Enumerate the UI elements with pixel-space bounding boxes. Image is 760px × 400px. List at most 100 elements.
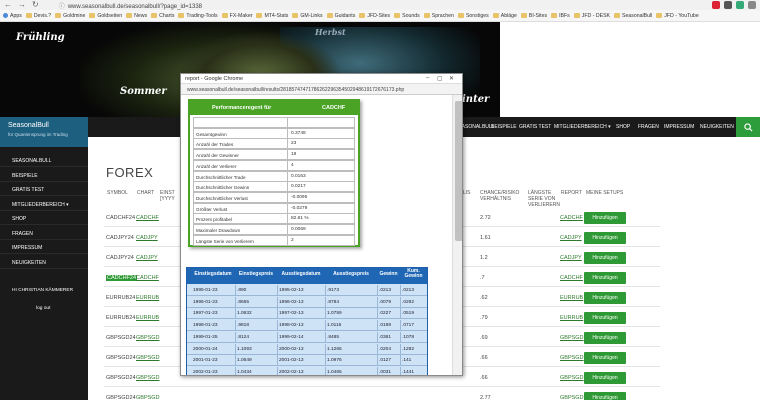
report-link[interactable]: CADCHF [560, 215, 583, 221]
popup-title-bar[interactable]: report - Google Chrome – ▢ ✕ [181, 74, 462, 84]
cell-divider [325, 296, 326, 308]
chart-link[interactable]: CADJPY [136, 235, 158, 241]
url-field[interactable]: ⓘ www.seasonalbull.de/seasonalbull/?page_… [59, 1, 202, 10]
bookmark-item[interactable]: SeasonalBull [614, 13, 656, 19]
apps-icon [3, 13, 8, 18]
cell-divider [325, 285, 326, 296]
report-link[interactable]: GBPSGD [560, 355, 584, 361]
sidebar-item[interactable]: BEISPIELE [0, 169, 88, 182]
close-icon[interactable]: ✕ [449, 75, 454, 82]
sidebar-item[interactable]: FRAGEN [0, 227, 88, 240]
menu-icon[interactable] [748, 1, 756, 9]
search-button[interactable] [736, 117, 760, 137]
report-link[interactable]: GBPSGD [560, 375, 584, 381]
nav-item[interactable]: SHOP [616, 124, 630, 130]
add-setup-button[interactable]: Hinzufügen [584, 332, 626, 344]
add-setup-button[interactable]: Hinzufügen [584, 272, 626, 284]
nav-item[interactable]: GRATIS TEST [519, 124, 551, 130]
add-setup-button[interactable]: Hinzufügen [584, 232, 626, 244]
bookmark-item[interactable]: Sonstiges [457, 13, 493, 19]
bookmark-item[interactable]: Apps [3, 13, 26, 19]
reload-icon[interactable]: ↻ [32, 0, 39, 10]
nav-item[interactable]: IMPRESSUM [664, 124, 694, 130]
add-setup-button[interactable]: Hinzufügen [584, 252, 626, 264]
bookmark-item[interactable]: News [126, 13, 151, 19]
add-setup-button[interactable]: Hinzufügen [584, 352, 626, 364]
report-link[interactable]: EURRUB [560, 295, 583, 301]
minimize-icon[interactable]: – [426, 75, 429, 81]
bookmark-item[interactable]: Abläge [492, 13, 521, 19]
chart-link[interactable]: CADCHF [136, 275, 159, 281]
report-link[interactable]: CADCHF [560, 275, 583, 281]
trade-row: 2001-01-23 1.0649 2001-02-13 1.0976 .0127 .14… [187, 355, 427, 367]
report-link[interactable]: EURRUB [560, 315, 583, 321]
chart-link[interactable]: CADCHF [136, 215, 159, 221]
chart-link[interactable]: EURRUB [136, 315, 159, 321]
nav-item[interactable]: BEISPIELE [491, 124, 517, 130]
nav-item[interactable]: FRAGEN [638, 124, 659, 130]
extension-icon[interactable] [736, 1, 744, 9]
metric-label: Längste Serie von Verlierern [196, 238, 254, 244]
trade-cell: 2002-02-13 [279, 369, 304, 375]
bookmark-item[interactable]: FX-Maker [221, 13, 257, 19]
sidebar-brand[interactable]: SeasonalBull für Quantensprung im Tradin… [0, 117, 88, 147]
report-link[interactable]: CADJPY [560, 255, 582, 261]
bookmark-item[interactable]: MT4-Stats [256, 13, 292, 19]
chart-link[interactable]: GBPSGD [136, 375, 160, 381]
extension-icon[interactable] [712, 1, 720, 9]
bookmark-item[interactable]: JFD - YouTube [656, 13, 702, 19]
chart-link[interactable]: EURRUB [136, 295, 159, 301]
add-setup-button[interactable]: Hinzufügen [584, 372, 626, 384]
bookmark-item[interactable]: GM-Links [292, 13, 326, 19]
banner-autumn: Herbst [315, 27, 346, 37]
trade-cell: 1.0649 [237, 358, 252, 364]
sidebar-item[interactable]: NEUIGKEITEN [0, 256, 88, 269]
sidebar-item[interactable]: SHOP [0, 212, 88, 225]
sidebar-item[interactable]: IMPRESSUM [0, 241, 88, 254]
chart-link[interactable]: GBPSGD [136, 395, 160, 400]
sidebar-item[interactable]: MITGLIEDERBEREICH ▾ [0, 198, 88, 211]
bookmark-item[interactable]: Sounds [394, 13, 424, 19]
cell-divider [400, 285, 401, 296]
bookmark-item[interactable]: Charts [151, 13, 178, 19]
metric-value: 4 [287, 160, 355, 170]
nav-item[interactable]: NEUIGKEITEN [700, 124, 734, 130]
extension-icon[interactable] [724, 1, 732, 9]
bookmark-item[interactable]: BI-Sites [520, 13, 551, 19]
report-link[interactable]: GBPSGD [560, 335, 584, 341]
chart-link[interactable]: GBPSGD [136, 355, 160, 361]
bookmark-item[interactable]: JFD-Sites [359, 13, 394, 19]
add-setup-button[interactable]: Hinzufügen [584, 212, 626, 224]
report-popup-window[interactable]: report - Google Chrome – ▢ ✕ www.seasona… [180, 73, 463, 376]
add-setup-button[interactable]: Hinzufügen [584, 392, 626, 400]
chart-link[interactable]: CADJPY [136, 255, 158, 261]
bookmark-item[interactable]: Sprachen [423, 13, 458, 19]
bookmark-item[interactable]: Goldmine [55, 13, 89, 19]
bookmark-item[interactable]: IBFs [551, 13, 574, 19]
add-setup-button[interactable]: Hinzufügen [584, 312, 626, 324]
metric-value [287, 118, 355, 127]
report-link[interactable]: GBPSGD [560, 395, 584, 400]
forward-icon[interactable]: → [18, 0, 26, 10]
maximize-icon[interactable]: ▢ [437, 75, 443, 82]
chart-link[interactable]: GBPSGD [136, 335, 160, 341]
sidebar-item[interactable]: GRATIS TEST [0, 183, 88, 196]
scrollbar-thumb[interactable] [455, 101, 462, 241]
add-setup-button[interactable]: Hinzufügen [584, 292, 626, 304]
bookmark-item[interactable]: Goldseiten [89, 13, 126, 19]
report-link[interactable]: CADJPY [560, 235, 582, 241]
popup-url-bar[interactable]: www.seasonalbull.de/seasonalbull/results… [181, 84, 462, 95]
bookmark-item[interactable]: Devis.? [25, 13, 55, 19]
metric-value: 0.3748 [287, 128, 355, 138]
sidebar-item[interactable]: SEASONALBULL [0, 154, 88, 167]
trade-cell: .0213 [379, 288, 392, 293]
back-icon[interactable]: ← [4, 0, 12, 10]
logout-link[interactable]: log out [36, 306, 50, 311]
bookmark-item[interactable]: Trading-Tools [178, 13, 221, 19]
cell-divider [235, 355, 236, 367]
nav-item[interactable]: MITGLIEDERBEREICH ▾ [554, 124, 611, 130]
bookmark-item[interactable]: JFD - DESK [573, 13, 614, 19]
popup-scrollbar[interactable] [452, 95, 462, 375]
bookmark-item[interactable]: Guidants [326, 13, 360, 19]
banner-blank [500, 22, 760, 117]
